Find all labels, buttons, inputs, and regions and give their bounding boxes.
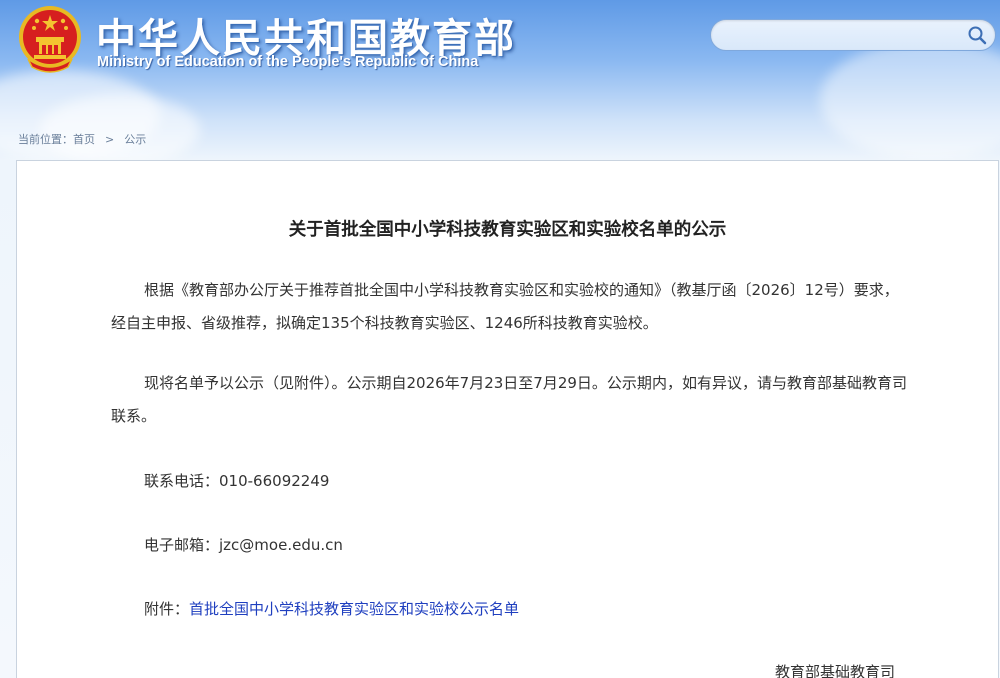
- email-value: jzc@moe.edu.cn: [219, 536, 343, 554]
- header-cloud-decoration: [820, 40, 1000, 160]
- article-paragraph-1: 根据《教育部办公厅关于推荐首批全国中小学科技教育实验区和实验校的通知》（教基厅函…: [111, 281, 899, 332]
- article-panel: 关于首批全国中小学科技教育实验区和实验校名单的公示 根据《教育部办公厅关于推荐首…: [16, 160, 999, 678]
- search-input[interactable]: [725, 25, 959, 47]
- attachment-label: 附件：: [144, 600, 190, 618]
- article-title: 关于首批全国中小学科技教育实验区和实验校名单的公示: [288, 220, 727, 240]
- breadcrumb-current-link[interactable]: 公示: [124, 131, 146, 147]
- site-title-en[interactable]: Ministry of Education of the People's Re…: [97, 54, 478, 70]
- breadcrumb-home-link[interactable]: 首页: [73, 131, 95, 147]
- header-cloud-decoration: [40, 95, 200, 160]
- article-paragraph-2: 现将名单予以公示（见附件）。公示期自2026年7月23日至7月29日。公示期内，…: [111, 374, 907, 425]
- attachment-link[interactable]: 首批全国中小学科技教育实验区和实验校公示名单: [189, 600, 519, 618]
- site-header: 中华人民共和国教育部 Ministry of Education of the …: [0, 0, 1000, 160]
- email-label: 电子邮箱：: [144, 536, 220, 554]
- article-signature: 教育部基础教育司: [775, 663, 896, 678]
- breadcrumb-prefix: 当前位置：: [18, 133, 73, 146]
- contact-email: 电子邮箱：jzc@moe.edu.cn: [144, 534, 343, 555]
- national-emblem-icon[interactable]: [18, 3, 82, 73]
- contact-phone: 联系电话：010-66092249: [144, 470, 329, 491]
- search-icon[interactable]: [967, 25, 987, 45]
- breadcrumb: 当前位置：首页 > 公示: [18, 131, 146, 147]
- phone-value: 010-66092249: [219, 472, 330, 490]
- breadcrumb-separator: >: [105, 133, 115, 146]
- search-box: [710, 19, 996, 51]
- attachment-line: 附件：首批全国中小学科技教育实验区和实验校公示名单: [144, 598, 519, 619]
- phone-label: 联系电话：: [144, 472, 220, 490]
